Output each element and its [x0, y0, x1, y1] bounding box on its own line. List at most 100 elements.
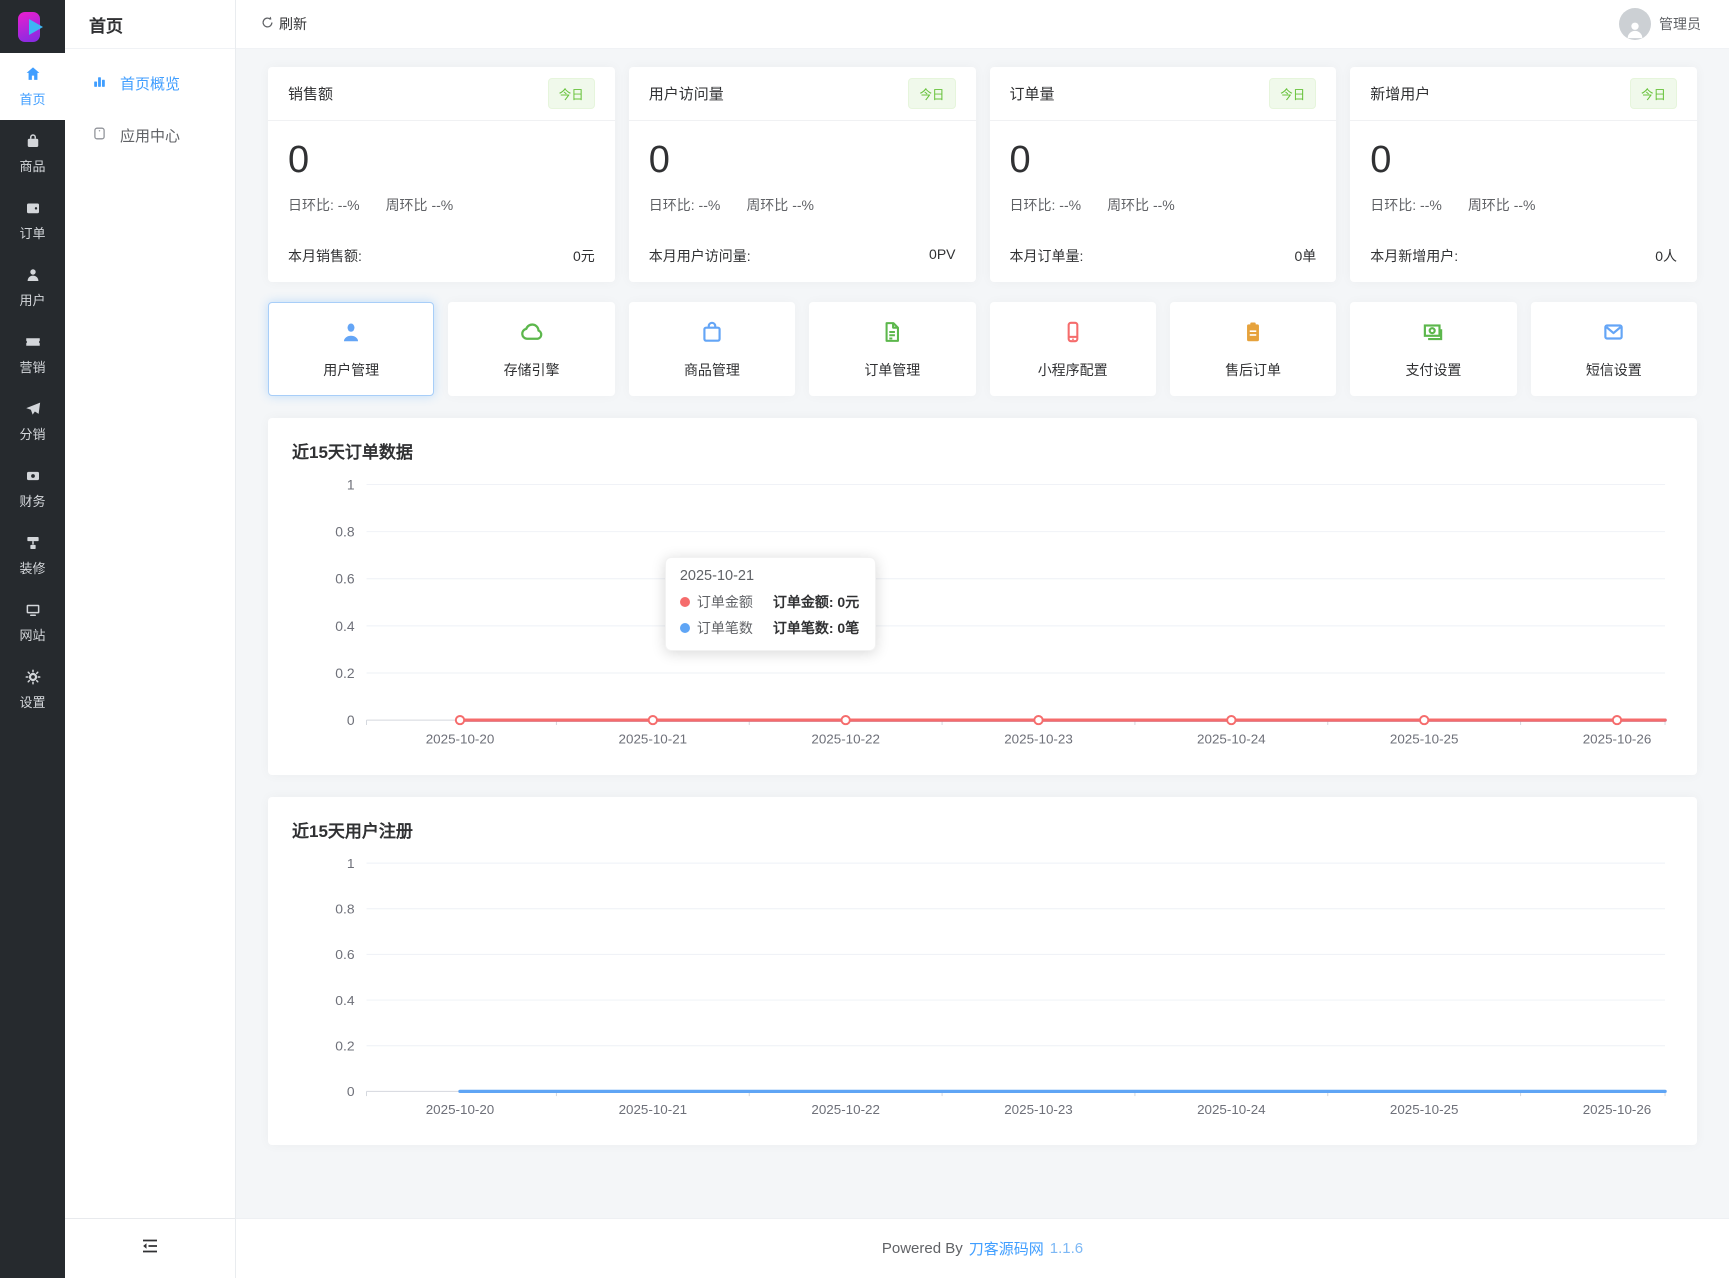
- rail-item-settings[interactable]: 设置: [0, 656, 65, 723]
- shortcut-aftersale-orders[interactable]: 售后订单: [1169, 302, 1337, 396]
- stat-value: 0: [1009, 139, 1031, 181]
- svg-text:2025-10-20: 2025-10-20: [426, 1102, 495, 1117]
- settings-gear-icon: [24, 668, 42, 686]
- cash-icon: [1420, 319, 1446, 350]
- rail-item-marketing[interactable]: 营销: [0, 321, 65, 388]
- today-badge: 今日: [1269, 78, 1317, 109]
- series-dot-order-amount: [679, 596, 690, 607]
- finance-money-icon: [24, 467, 42, 485]
- svg-text:2025-10-21: 2025-10-21: [619, 1102, 688, 1117]
- svg-text:2025-10-24: 2025-10-24: [1197, 1102, 1266, 1117]
- shortcut-order-manage[interactable]: 订单管理: [809, 302, 976, 396]
- orders-chart[interactable]: 1 0.8 0.6 0.4 0.2 0 2025-10-20 2025-10-21 2025-1…: [292, 469, 1673, 761]
- shortcut-sms-settings[interactable]: 短信设置: [1530, 302, 1697, 396]
- rail-item-website[interactable]: 网站: [0, 589, 65, 656]
- registrations-chart-title: 近15天用户注册: [292, 822, 413, 841]
- main-area: 刷新 管理员 销售额 今日 0 日环比: --% 周环比 --% 本月销售额: 0元 …: [236, 0, 1729, 1278]
- app-logo[interactable]: [0, 0, 65, 53]
- svg-text:0: 0: [347, 713, 355, 728]
- registrations-chart[interactable]: 1 0.8 0.6 0.4 0.2 0 2025-10-20 2025-10-21 2025-1…: [292, 848, 1673, 1131]
- svg-text:0.4: 0.4: [335, 993, 355, 1008]
- registrations-chart-card: 近15天用户注册 1 0.8 0.6 0.4 0.2 0 2025-10-20 2025-10…: [268, 797, 1697, 1145]
- shortcut-payment-settings[interactable]: 支付设置: [1350, 302, 1517, 396]
- svg-text:2025-10-26: 2025-10-26: [1583, 732, 1652, 747]
- rail-item-decorate[interactable]: 装修: [0, 522, 65, 589]
- svg-text:2025-10-26: 2025-10-26: [1583, 1102, 1652, 1117]
- stat-card-visits: 用户访问量 今日 0 日环比: --% 周环比 --% 本月用户访问量: 0PV: [628, 67, 976, 282]
- rail-item-goods[interactable]: 商品: [0, 120, 65, 187]
- bar-chart-icon: [91, 73, 108, 94]
- tooltip-date: 2025-10-21: [679, 567, 755, 584]
- rail-item-orders[interactable]: 订单: [0, 187, 65, 254]
- website-monitor-icon: [24, 601, 42, 619]
- svg-text:2025-10-25: 2025-10-25: [1390, 1102, 1459, 1117]
- svg-text:1: 1: [347, 856, 355, 871]
- clipboard-icon: [1240, 319, 1266, 350]
- series-dot-order-count: [679, 622, 690, 633]
- user-icon: [24, 266, 42, 284]
- admin-menu[interactable]: 管理员: [1619, 8, 1701, 40]
- goods-bag-icon: [24, 132, 42, 150]
- document-icon: [879, 319, 905, 350]
- refresh-icon: [260, 15, 275, 33]
- sidebar-item-home-overview[interactable]: 首页概览: [65, 57, 235, 109]
- distribution-plane-icon: [24, 400, 42, 418]
- rail-item-finance[interactable]: 财务: [0, 455, 65, 522]
- svg-text:2025-10-24: 2025-10-24: [1197, 732, 1266, 747]
- page-footer: Powered By 刀客源码网 1.1.6: [236, 1218, 1729, 1278]
- admin-dashboard: 首页 商品 订单 用户 营销 分销 财务 装修 网站 设置 首页 首页概览 应用…: [0, 0, 1729, 1278]
- home-icon: [24, 65, 42, 83]
- footer-version: 1.1.6: [1049, 1240, 1084, 1257]
- svg-text:2025-10-20: 2025-10-20: [426, 732, 495, 747]
- stat-value: 0: [288, 139, 310, 181]
- rail-item-distribution[interactable]: 分销: [0, 388, 65, 455]
- refresh-button[interactable]: 刷新: [260, 14, 307, 34]
- svg-text:2025-10-23: 2025-10-23: [1004, 1102, 1073, 1117]
- svg-text:1: 1: [347, 478, 355, 493]
- cloud-storage-icon: [518, 319, 546, 350]
- marketing-ticket-icon: [24, 333, 42, 351]
- today-badge: 今日: [908, 78, 956, 109]
- svg-text:2025-10-22: 2025-10-22: [811, 732, 880, 747]
- collapse-sidebar-button[interactable]: [65, 1218, 235, 1278]
- today-badge: 今日: [1629, 78, 1677, 109]
- chart-tooltip: 2025-10-21 订单金额 订单金额: 0元 订单笔数 订单笔数: 0笔: [664, 556, 877, 651]
- svg-text:0.6: 0.6: [335, 572, 355, 587]
- admin-name: 管理员: [1659, 16, 1701, 32]
- svg-text:2025-10-23: 2025-10-23: [1004, 732, 1073, 747]
- topbar: 刷新 管理员: [236, 0, 1729, 49]
- sidebar-title: 首页: [65, 0, 235, 49]
- rail-item-users[interactable]: 用户: [0, 254, 65, 321]
- user-manage-icon: [338, 319, 364, 350]
- shortcut-miniprogram-config[interactable]: 小程序配置: [989, 302, 1156, 396]
- secondary-sidebar: 首页 首页概览 应用中心: [65, 0, 236, 1278]
- envelope-icon: [1600, 319, 1627, 350]
- stat-value: 0: [1370, 139, 1392, 181]
- svg-text:0: 0: [347, 1084, 355, 1099]
- footer-site-link[interactable]: 刀客源码网: [969, 1238, 1044, 1259]
- decorate-roller-icon: [24, 534, 42, 552]
- order-wallet-icon: [24, 199, 42, 217]
- stat-value: 0: [648, 139, 670, 181]
- svg-text:0.2: 0.2: [335, 666, 354, 681]
- svg-text:0.8: 0.8: [335, 902, 354, 917]
- svg-text:2025-10-21: 2025-10-21: [619, 732, 688, 747]
- shortcut-storage-engine[interactable]: 存储引擎: [448, 302, 615, 396]
- rail-item-home[interactable]: 首页: [0, 53, 65, 120]
- shortcut-goods-manage[interactable]: 商品管理: [628, 302, 796, 396]
- shortcut-user-manage[interactable]: 用户管理: [268, 302, 435, 396]
- sidebar-item-app-center[interactable]: 应用中心: [65, 109, 235, 161]
- stat-card-orders: 订单量 今日 0 日环比: --% 周环比 --% 本月订单量: 0单: [989, 67, 1337, 282]
- stat-card-sales: 销售额 今日 0 日环比: --% 周环比 --% 本月销售额: 0元: [268, 67, 615, 282]
- shortcut-cards: 用户管理 存储引擎 商品管理 订单管理 小程序配置 售后订单 支付设置 短信设置: [268, 302, 1697, 396]
- dashboard-content: 销售额 今日 0 日环比: --% 周环比 --% 本月销售额: 0元 用户访问量 今日…: [236, 49, 1729, 1218]
- stat-card-new-users: 新增用户 今日 0 日环比: --% 周环比 --% 本月新增用户: 0人: [1350, 67, 1697, 282]
- app-center-icon: [91, 125, 108, 146]
- svg-text:0.6: 0.6: [335, 947, 354, 962]
- svg-text:0.2: 0.2: [335, 1039, 354, 1054]
- orders-chart-card: 近15天订单数据 1 0.8 0.6 0.4 0.2 0 2025-10-20 2025-10…: [268, 418, 1697, 775]
- stat-cards: 销售额 今日 0 日环比: --% 周环比 --% 本月销售额: 0元 用户访问量 今日…: [268, 67, 1697, 282]
- avatar: [1619, 8, 1651, 40]
- collapse-sidebar-icon: [140, 1238, 160, 1259]
- orders-chart-title: 近15天订单数据: [292, 443, 413, 462]
